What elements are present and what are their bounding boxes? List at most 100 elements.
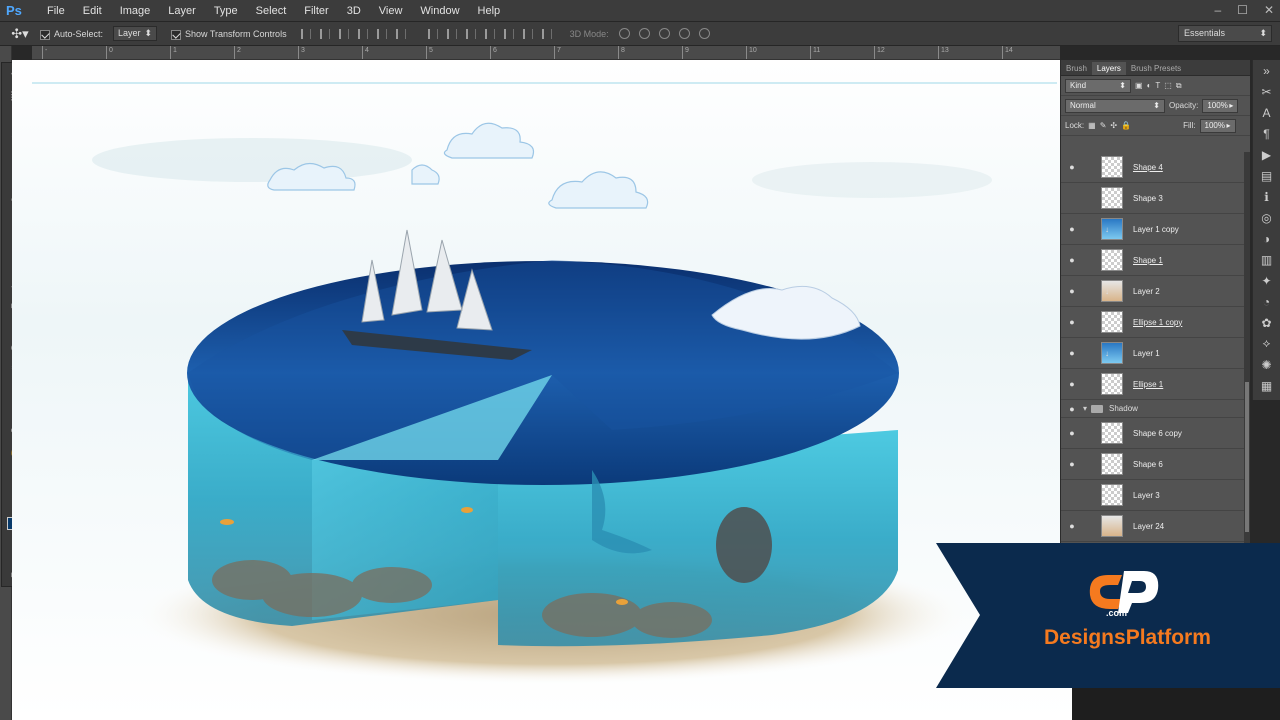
distribute-bottom-icon[interactable] (465, 28, 476, 39)
collapse-icon[interactable]: » (1253, 60, 1280, 81)
menu-item-file[interactable]: File (38, 0, 74, 22)
layer-row[interactable]: ● Shape 6 (1061, 449, 1245, 480)
layer-row[interactable]: ● ↓ Layer 2 (1061, 276, 1245, 307)
layers-panel-icon[interactable]: ▤ (1253, 165, 1280, 186)
roll-3d-icon[interactable] (638, 28, 650, 39)
layer-thumbnail[interactable] (1101, 422, 1123, 444)
menu-item-help[interactable]: Help (469, 0, 510, 22)
lock-move-icon[interactable]: ✣ (1110, 121, 1117, 130)
distribute-right-icon[interactable] (522, 28, 533, 39)
visibility-eye-icon[interactable]: ● (1061, 459, 1083, 469)
menu-item-layer[interactable]: Layer (159, 0, 205, 22)
layer-row[interactable]: ● Layer 24 (1061, 511, 1245, 542)
layer-thumbnail[interactable] (1101, 311, 1123, 333)
layer-row[interactable]: ● Shape 4 (1061, 152, 1245, 183)
visibility-eye-icon[interactable]: ● (1061, 224, 1083, 234)
menu-item-select[interactable]: Select (247, 0, 296, 22)
fill-field[interactable]: 100% ▸ (1199, 118, 1236, 133)
layer-group-row[interactable]: ● ▾ Shadow (1061, 400, 1245, 418)
filter-type-icon[interactable]: T (1155, 81, 1160, 90)
color-icon[interactable]: ◑ (1253, 228, 1280, 249)
paragraph-icon[interactable]: ¶ (1253, 123, 1280, 144)
document-canvas[interactable] (12, 60, 1072, 720)
filter-adjustment-icon[interactable]: ◐ (1147, 81, 1152, 90)
visibility-eye-icon[interactable]: ● (1061, 193, 1083, 203)
layer-thumbnail[interactable] (1101, 187, 1123, 209)
adjustments-icon[interactable]: ◔ (1253, 291, 1280, 312)
lock-brush-icon[interactable]: ✎ (1100, 121, 1107, 130)
slide-3d-icon[interactable] (678, 28, 690, 39)
actions-play-icon[interactable]: ▶ (1253, 144, 1280, 165)
align-left-icon[interactable] (357, 28, 368, 39)
pan-3d-icon[interactable] (658, 28, 670, 39)
visibility-eye-icon[interactable]: ● (1061, 521, 1083, 531)
align-top-icon[interactable] (300, 28, 311, 39)
filter-shape-icon[interactable]: ⬚ (1164, 81, 1172, 90)
tab-brush-presets[interactable]: Brush Presets (1126, 62, 1186, 75)
layer-row[interactable]: ● Shape 1 (1061, 245, 1245, 276)
layer-thumbnail[interactable] (1101, 484, 1123, 506)
layer-row[interactable]: ● Shape 3 (1061, 183, 1245, 214)
visibility-eye-icon[interactable]: ● (1061, 162, 1083, 172)
workspace-switcher[interactable]: Essentials (1178, 25, 1272, 42)
character-icon[interactable]: A (1253, 102, 1280, 123)
minimize-icon[interactable]: – (1214, 3, 1221, 17)
styles-icon[interactable]: ✦ (1253, 270, 1280, 291)
filter-smart-object-icon[interactable]: ⧉ (1176, 81, 1182, 91)
expand-group-icon[interactable]: ▾ (1083, 404, 1087, 413)
layer-row[interactable]: ● Ellipse 1 copy (1061, 307, 1245, 338)
lock-all-icon[interactable]: 🔒 (1121, 121, 1131, 130)
distribute-hcenter-icon[interactable] (503, 28, 514, 39)
auto-select-checkbox[interactable]: Auto-Select: (40, 29, 103, 40)
layer-row[interactable]: ● ↓ Layer 1 (1061, 338, 1245, 369)
layer-row[interactable]: ● Ellipse 1 (1061, 369, 1245, 400)
libraries-icon[interactable]: ◎ (1253, 207, 1280, 228)
distribute-top-icon[interactable] (427, 28, 438, 39)
close-icon[interactable]: ✕ (1264, 3, 1274, 17)
paths-icon[interactable]: ⟡ (1253, 333, 1280, 354)
layer-thumbnail[interactable] (1101, 515, 1123, 537)
layer-row[interactable]: ● Shape 6 copy (1061, 418, 1245, 449)
distribute-left-icon[interactable] (484, 28, 495, 39)
align-right-icon[interactable] (395, 28, 406, 39)
visibility-eye-icon[interactable]: ● (1061, 348, 1083, 358)
visibility-eye-icon[interactable]: ● (1061, 286, 1083, 296)
auto-select-dropdown[interactable]: Layer ⬍ (113, 26, 158, 41)
tab-layers[interactable]: Layers (1091, 62, 1126, 75)
tab-brush[interactable]: Brush (1061, 62, 1092, 75)
layers-scrollbar[interactable] (1244, 152, 1250, 544)
filter-kind-dropdown[interactable]: Kind ⬍ (1065, 78, 1131, 93)
align-bottom-icon[interactable] (338, 28, 349, 39)
scale-3d-icon[interactable] (698, 28, 710, 39)
blend-mode-dropdown[interactable]: Normal ⬍ (1065, 98, 1165, 113)
align-hcenter-icon[interactable] (376, 28, 387, 39)
layer-thumbnail[interactable] (1101, 453, 1123, 475)
rotate-3d-icon[interactable] (618, 28, 630, 39)
menu-item-window[interactable]: Window (411, 0, 468, 22)
menu-item-view[interactable]: View (370, 0, 412, 22)
layer-thumbnail[interactable] (1101, 373, 1123, 395)
info-icon[interactable]: ℹ (1253, 186, 1280, 207)
filter-pixel-icon[interactable]: ▣ (1135, 81, 1143, 90)
auto-align-icon[interactable] (541, 28, 552, 39)
move-tool-preset-icon[interactable]: ✣▾ (0, 26, 40, 42)
menu-item-type[interactable]: Type (205, 0, 247, 22)
maximize-icon[interactable]: ☐ (1237, 3, 1248, 17)
distribute-vcenter-icon[interactable] (446, 28, 457, 39)
menu-item-image[interactable]: Image (111, 0, 160, 22)
layer-row[interactable]: ● Layer 3 (1061, 480, 1245, 511)
visibility-eye-icon[interactable]: ● (1061, 317, 1083, 327)
visibility-eye-icon[interactable]: ● (1061, 490, 1083, 500)
visibility-eye-icon[interactable]: ● (1061, 379, 1083, 389)
visibility-eye-icon[interactable]: ● (1061, 255, 1083, 265)
tools-preset-icon[interactable]: ✂ (1253, 81, 1280, 102)
swatches-icon[interactable]: ▥ (1253, 249, 1280, 270)
transform-controls-checkbox[interactable]: Show Transform Controls (171, 29, 287, 40)
layer-row[interactable]: ● ↓ Layer 1 copy (1061, 214, 1245, 245)
align-vcenter-icon[interactable] (319, 28, 330, 39)
layer-thumbnail[interactable] (1101, 249, 1123, 271)
menu-item-filter[interactable]: Filter (295, 0, 337, 22)
menu-item-edit[interactable]: Edit (74, 0, 111, 22)
lock-transparent-icon[interactable]: ▦ (1088, 121, 1096, 130)
grid-icon[interactable]: ▦ (1253, 375, 1280, 396)
